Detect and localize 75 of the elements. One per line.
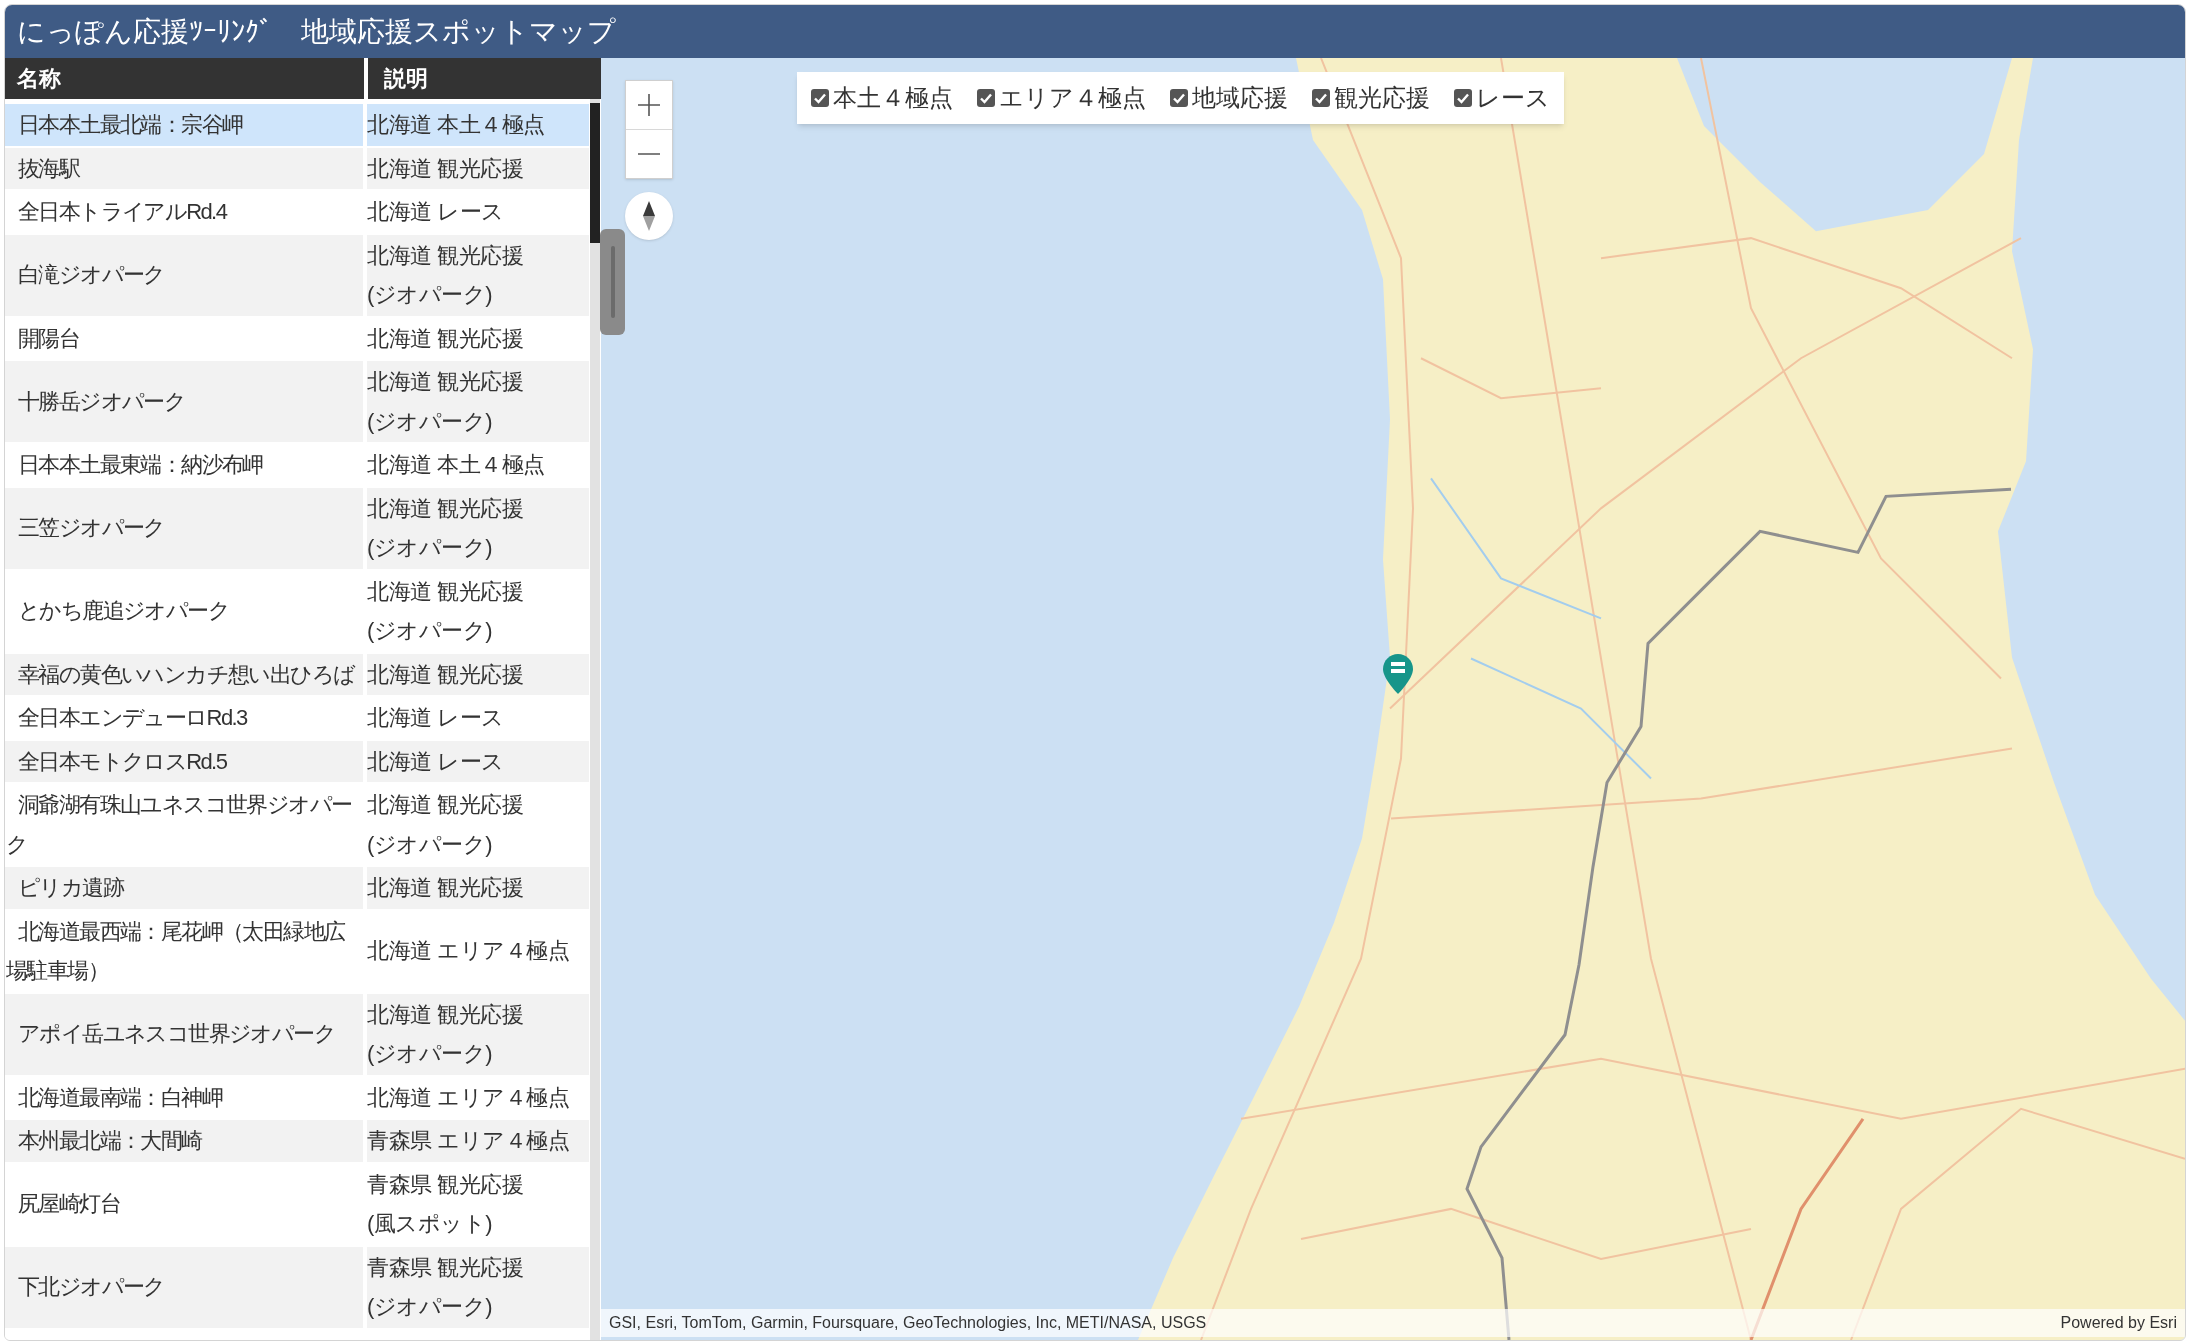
description-cell-text: 北海道 観光応援 (ジオパーク) xyxy=(367,577,525,645)
name-cell-text: 下北ジオパーク xyxy=(17,1273,166,1302)
table-row[interactable]: 全日本モトクロスRd.5 北海道 レース xyxy=(5,740,589,782)
name-cell-text: 北海道最南端：白神岬 xyxy=(17,1083,224,1112)
description-cell-text: 北海道 観光応援 (ジオパーク) xyxy=(367,368,525,436)
powered-by-text: Powered by Esri xyxy=(2060,1313,2177,1333)
checkbox[interactable] xyxy=(811,89,829,107)
description-cell-text: 北海道 レース xyxy=(367,704,505,732)
app-title: にっぽん応援ﾂｰﾘﾝｸﾞ 地域応援スポットマップ xyxy=(17,17,616,46)
checkbox[interactable] xyxy=(1170,89,1188,107)
name-cell-text: 日本本土最北端：宗谷岬 xyxy=(17,111,244,139)
description-cell-text: 北海道 本土４極点 xyxy=(367,451,546,479)
plus-icon xyxy=(638,94,660,116)
scrollbar-thumb[interactable] xyxy=(590,103,600,243)
compass-button[interactable] xyxy=(625,192,673,240)
layer-label[interactable]: レース xyxy=(1476,86,1550,110)
resize-handle[interactable] xyxy=(600,229,625,335)
name-cell-text: 幸福の黄色いハンカチ想い出ひろば xyxy=(17,660,356,689)
checkbox[interactable] xyxy=(977,89,995,107)
checkbox[interactable] xyxy=(1454,89,1472,107)
checkbox[interactable] xyxy=(1312,89,1330,107)
minus-icon xyxy=(638,153,660,155)
table-row[interactable]: 三笠ジオパーク 北海道 観光応援 (ジオパーク) xyxy=(5,487,589,569)
compass-icon xyxy=(643,201,655,231)
table-row[interactable]: 日本本土最北端：宗谷岬 北海道 本土４極点 xyxy=(5,104,589,146)
layer-label[interactable]: 本土４極点 xyxy=(833,86,953,110)
description-cell-text: 北海道 観光応援 xyxy=(367,874,525,902)
description-cell-text: 北海道 レース xyxy=(367,198,505,226)
table-row[interactable]: 十勝岳ジオパーク 北海道 観光応援 (ジオパーク) xyxy=(5,361,589,442)
name-cell-text: 全日本トライアルRd.4 xyxy=(17,198,228,226)
description-cell-text: 北海道 レース xyxy=(367,747,505,776)
description-cell-text: 北海道 観光応援 (ジオパーク) xyxy=(367,791,525,859)
name-cell-text: 全日本エンデューロRd.3 xyxy=(17,704,249,732)
layer-label[interactable]: 地域応援 xyxy=(1192,86,1288,110)
description-cell-text: 北海道 エリア４極点 xyxy=(367,1083,571,1112)
name-cell-text: 本州最北端：大間崎 xyxy=(17,1127,203,1155)
table-row[interactable]: 白滝ジオパーク 北海道 観光応援 (ジオパーク) xyxy=(5,234,589,316)
description-cell-text: 北海道 観光応援 xyxy=(367,324,525,353)
description-cell-text: 青森県 エリア４極点 xyxy=(367,1127,571,1155)
name-cell-text: ピリカ遺跡 xyxy=(17,874,125,902)
table-row[interactable]: アポイ岳ユネスコ世界ジオパーク 北海道 観光応援 (ジオパーク) xyxy=(5,993,589,1075)
table-row[interactable]: 幸福の黄色いハンカチ想い出ひろば 北海道 観光応援 xyxy=(5,653,589,695)
name-cell-text: 北海道最西端：尾花岬（太田緑地広場駐車場） xyxy=(5,917,346,985)
attribution-text: GSI, Esri, TomTom, Garmin, Foursquare, GeoTechnologies, Inc, METI/NASA, USGS xyxy=(609,1313,1207,1333)
table-row[interactable]: 本州最北端：大間崎 青森県 エリア４極点 xyxy=(5,1120,589,1162)
name-cell-text: 尻屋崎灯台 xyxy=(17,1190,121,1219)
layer-label[interactable]: 観光応援 xyxy=(1334,86,1430,110)
layer-label[interactable]: エリア４極点 xyxy=(999,86,1146,110)
description-cell-text: 北海道 観光応援 (ジオパーク) xyxy=(367,1000,525,1068)
map[interactable]: 本土４極点 エリア４極点 地域応援 観光応援 レース GSI, Esri, TomTom, Garmin, Foursquare, GeoTechnologies, Inc, METI/NASA, USGS Powered by Esri xyxy=(601,58,2185,1340)
name-cell-text: アポイ岳ユネスコ世界ジオパーク xyxy=(17,1020,336,1049)
description-cell-text: 北海道 本土４極点 xyxy=(367,111,546,139)
name-cell-text: 三笠ジオパーク xyxy=(17,514,166,543)
name-cell-text: とかち鹿追ジオパーク xyxy=(17,597,230,626)
map-pin-icon[interactable] xyxy=(1382,653,1414,695)
name-cell-text: 日本本土最東端：納沙布岬 xyxy=(17,451,264,479)
name-cell-text: 白滝ジオパーク xyxy=(17,261,166,290)
name-cell-text: 開陽台 xyxy=(17,324,81,353)
scrollbar[interactable] xyxy=(590,99,600,1340)
name-cell-text: 十勝岳ジオパーク xyxy=(17,387,187,416)
name-cell-text: 洞爺湖有珠山ユネスコ世界ジオパーク xyxy=(5,791,353,859)
name-cell-text: 全日本モトクロスRd.5 xyxy=(17,747,228,776)
description-cell-text: 北海道 エリア４極点 xyxy=(367,937,571,966)
description-cell-text: 北海道 観光応援 xyxy=(367,154,525,183)
column-header: 説明 xyxy=(368,58,601,99)
table-row[interactable]: 抜海駅 北海道 観光応援 xyxy=(5,147,589,189)
description-cell-text: 北海道 観光応援 (ジオパーク) xyxy=(367,494,525,562)
description-cell-text: 北海道 観光応援 (ジオパーク) xyxy=(367,241,525,309)
table-row[interactable]: 下北ジオパーク 青森県 観光応援 (ジオパーク) xyxy=(5,1246,589,1328)
description-cell-text: 青森県 観光応援 (ジオパーク) xyxy=(367,1253,525,1321)
table-row[interactable]: ピリカ遺跡 北海道 観光応援 xyxy=(5,867,589,909)
name-cell-text: 抜海駅 xyxy=(17,154,81,183)
description-cell-text: 北海道 観光応援 xyxy=(367,660,525,689)
column-header: 名称 xyxy=(5,58,364,99)
description-cell-text: 青森県 観光応援 (風スポット) xyxy=(367,1170,525,1238)
